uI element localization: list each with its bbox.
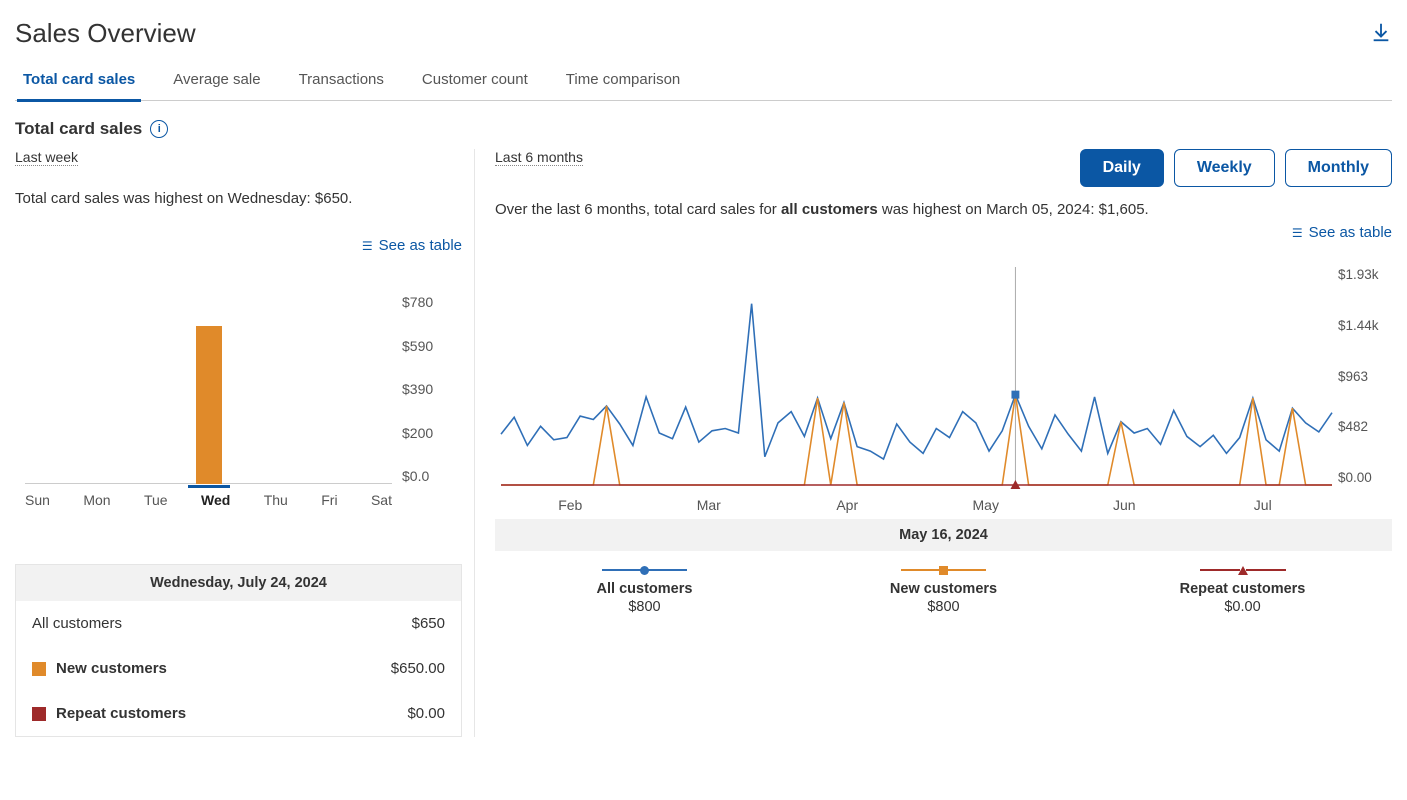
download-icon[interactable] [1370,21,1392,46]
legend-item[interactable]: New customers $800 [794,563,1093,615]
legend-name: Repeat customers [1093,581,1392,597]
right-period-selector[interactable]: Last 6 months [495,149,583,166]
toggle-monthly[interactable]: Monthly [1285,149,1392,187]
line-ylabel: $1.93k [1338,267,1392,282]
legend-item[interactable]: Repeat customers $0.00 [1093,563,1392,615]
hover-date-banner: May 16, 2024 [495,519,1392,551]
tab-time-comparison[interactable]: Time comparison [562,61,684,100]
tab-total-card-sales[interactable]: Total card sales [19,61,139,100]
bar-ylabel: $200 [402,425,462,441]
summary-suffix: was highest on March 05, 2024: $1,605. [878,201,1149,218]
line-ylabel: $1.44k [1338,318,1392,333]
left-summary-text: Total card sales was highest on Wednesda… [15,190,462,207]
detail-label: New customers [56,660,167,677]
tab-transactions[interactable]: Transactions [295,61,388,100]
list-icon: ☰ [1292,226,1303,240]
right-see-as-table-link[interactable]: ☰ See as table [495,224,1392,241]
bar-xlabel: Sat [371,492,392,514]
tabs: Total card sales Average sale Transactions… [15,61,1392,101]
left-period-selector[interactable]: Last week [15,149,78,166]
detail-label: All customers [32,615,122,632]
toggle-weekly[interactable]: Weekly [1174,149,1275,187]
list-icon: ☰ [362,239,373,253]
summary-prefix: Over the last 6 months, total card sales… [495,201,781,218]
detail-value: $0.00 [407,705,445,722]
see-as-table-label: See as table [379,237,462,254]
detail-row: New customers $650.00 [16,646,461,691]
legend-name: New customers [794,581,1093,597]
detail-row: Repeat customers $0.00 [16,691,461,736]
tab-customer-count[interactable]: Customer count [418,61,532,100]
right-summary-text: Over the last 6 months, total card sales… [495,201,1392,218]
line-ylabel: $0.00 [1338,470,1392,485]
page-title: Sales Overview [15,18,196,49]
detail-value: $650.00 [391,660,445,677]
bar-xlabel: Sun [25,492,50,514]
bar-xlabel: Thu [264,492,288,514]
legend-item[interactable]: All customers $800 [495,563,794,615]
line-xlabel: Feb [501,497,640,513]
swatch-icon [32,662,46,676]
info-icon[interactable]: i [150,120,168,138]
detail-date-heading: Wednesday, July 24, 2024 [16,565,461,601]
six-month-line-chart: $1.93k$1.44k$963$482$0.00 FebMarAprMayJu… [495,255,1392,515]
line-xlabel: May [917,497,1056,513]
line-ylabel: $482 [1338,419,1392,434]
legend-value: $800 [495,599,794,615]
day-detail-card: Wednesday, July 24, 2024 All customers $6… [15,564,462,737]
left-see-as-table-link[interactable]: ☰ See as table [15,237,462,254]
chart-legend: All customers$800New customers$800Repeat… [495,563,1392,615]
legend-value: $0.00 [1093,599,1392,615]
line-xlabel: Jun [1055,497,1194,513]
bar-xlabel: Tue [144,492,168,514]
line-xlabel: Apr [778,497,917,513]
legend-value: $800 [794,599,1093,615]
bar-highlight [188,485,230,488]
detail-label: Repeat customers [56,705,186,722]
weekly-bar-chart: $780 $590 $390 $200 $0.0 Sun Mon Tue Wed Thu Fri S… [15,294,462,514]
granularity-toggle: Daily Weekly Monthly [1080,149,1392,187]
detail-row: All customers $650 [16,601,461,646]
bar-ylabel: $0.0 [402,468,462,484]
bar-xlabel: Wed [201,492,230,514]
bar-ylabel: $780 [402,294,462,310]
summary-bold: all customers [781,201,878,218]
line-xlabel: Mar [640,497,779,513]
bar-ylabel: $390 [402,381,462,397]
detail-value: $650 [412,615,445,632]
legend-name: All customers [495,581,794,597]
section-heading: Total card sales [15,119,142,139]
swatch-icon [32,707,46,721]
bar-ylabel: $590 [402,338,462,354]
tab-average-sale[interactable]: Average sale [169,61,264,100]
bar-xlabel: Mon [83,492,110,514]
bar-xlabel: Fri [321,492,337,514]
toggle-daily[interactable]: Daily [1080,149,1164,187]
see-as-table-label: See as table [1309,224,1392,241]
line-xlabel: Jul [1194,497,1333,513]
bar-wed[interactable] [196,326,222,484]
line-ylabel: $963 [1338,369,1392,384]
